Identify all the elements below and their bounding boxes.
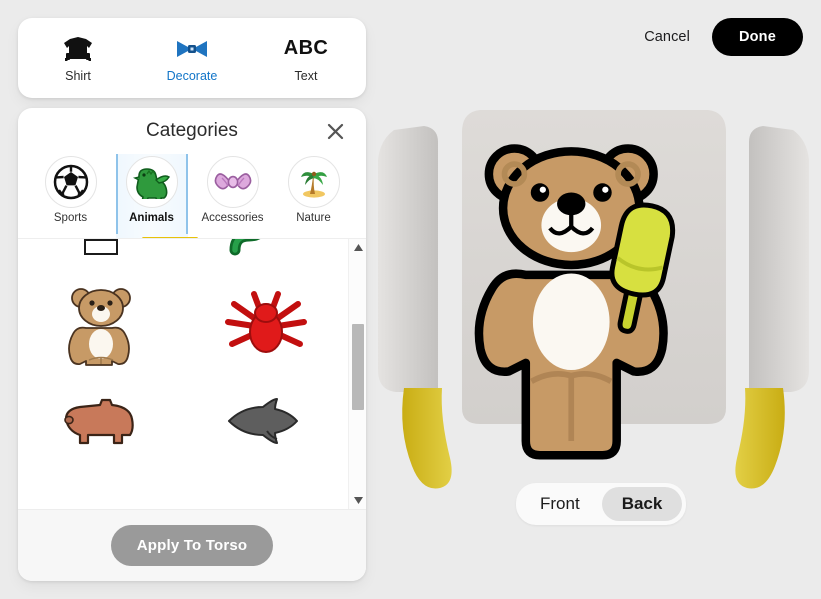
caret-down-icon[interactable] [349,492,366,509]
scrollbar-thumb[interactable] [352,324,364,410]
apply-bar: Apply To Torso [18,509,366,581]
view-toggle-back[interactable]: Back [601,487,683,521]
category-label: Animals [129,212,174,224]
abc-icon: ABC [284,34,329,64]
category-item-animals[interactable]: Animals [115,154,188,238]
apply-to-torso-button[interactable]: Apply To Torso [110,525,274,566]
sticker-pig[interactable] [18,373,183,469]
right-arm [749,126,809,392]
right-hand [735,388,785,489]
caret-up-icon[interactable] [349,239,366,256]
category-label: Accessories [201,212,264,224]
sticker-grid-scrollbar[interactable] [348,239,366,509]
dinosaur-icon [125,156,178,208]
category-label: Nature [296,212,331,224]
category-item-accessories[interactable]: Accessories [197,154,269,238]
bow-icon [206,156,259,208]
tab-shirt[interactable]: Shirt [43,34,113,83]
tab-decorate[interactable]: Decorate [157,34,227,83]
category-item-sports[interactable]: Sports [35,154,107,238]
abc-glyph: ABC [283,37,329,59]
category-label: Sports [53,212,88,224]
top-actions: Cancel Done [640,18,803,56]
done-button[interactable]: Done [711,18,803,56]
app-root: Cancel Done Shirt Decorate ABC Text Cate… [0,0,821,599]
sticker-shark[interactable] [183,373,348,469]
bowtie-icon [175,34,209,64]
sticker-snake[interactable] [183,239,348,277]
sticker-swan[interactable] [18,239,183,277]
sticker-grid-clip [18,239,348,509]
cancel-button[interactable]: Cancel [640,23,694,51]
category-item-nature[interactable]: Nature [278,154,350,238]
left-hand [402,388,452,489]
sticker-grid [18,239,348,509]
sticker-partial[interactable] [18,469,183,509]
close-icon[interactable] [322,118,348,144]
editor-tabbar: Shirt Decorate ABC Text [18,18,366,98]
tab-text-label: Text [294,68,318,83]
tab-shirt-label: Shirt [65,68,91,83]
soccer-ball-icon [44,156,97,208]
tab-decorate-label: Decorate [166,68,218,83]
view-toggle-front[interactable]: Front [520,487,600,521]
view-toggle: Front Back [516,483,687,525]
category-chooser: Sports Animals Accessories Nature [18,154,366,240]
categories-panel: Categories Sports Animals Accessories Na… [18,108,366,581]
sticker-spider[interactable] [183,277,348,373]
palm-tree-icon [287,156,340,208]
left-arm [378,126,438,392]
sticker-teddy-bear[interactable] [18,277,183,373]
tab-text[interactable]: ABC Text [271,34,341,83]
page-title: Categories [146,120,238,141]
categories-header: Categories [18,108,366,154]
shirt-icon [61,34,95,64]
sticker-grid-wrapper [18,238,366,509]
